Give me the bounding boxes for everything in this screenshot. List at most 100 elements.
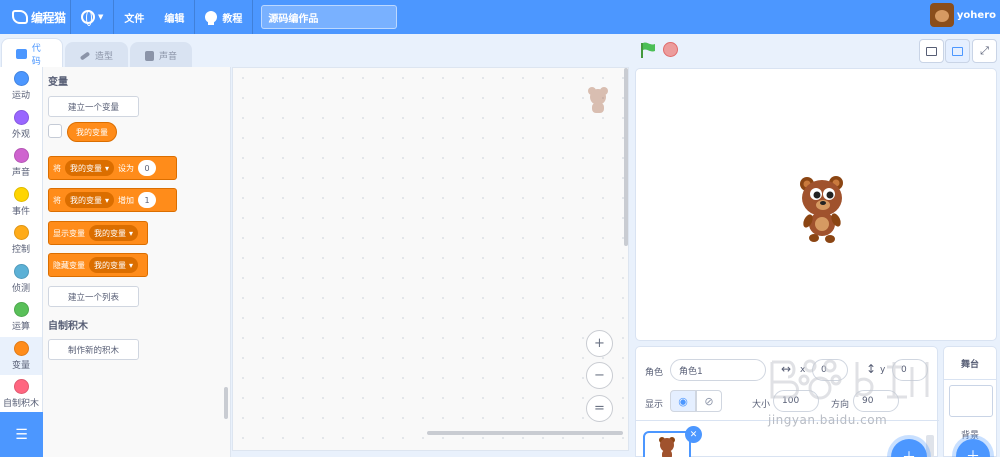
stage-canvas[interactable] (635, 68, 997, 341)
add-sprite-button[interactable]: ＋ (891, 439, 927, 457)
add-backdrop-button[interactable]: ＋ (956, 439, 990, 457)
large-stage-icon (952, 46, 963, 56)
sprite-thumbnail[interactable]: ✕ (643, 426, 702, 457)
category-label: 侦测 (11, 283, 30, 294)
bear-sprite[interactable] (796, 174, 848, 244)
logo[interactable]: 编程猫 (0, 0, 70, 34)
watermark-url: jingyan.baidu.com (768, 413, 888, 427)
tab-label: 声音 (159, 52, 178, 62)
user-menu[interactable]: yohero (929, 3, 996, 27)
large-stage-button[interactable] (945, 39, 970, 63)
green-flag-icon[interactable] (640, 42, 656, 58)
block-text: 隐藏变量 (53, 260, 85, 270)
avatar (929, 3, 954, 27)
zoom-out-icon: − (594, 368, 605, 383)
zoom-out-button[interactable]: − (586, 362, 613, 389)
small-stage-button[interactable] (919, 39, 944, 63)
tutorial-menu[interactable]: 教程 (195, 0, 252, 34)
workspace-horizontal-scrollbar[interactable] (427, 431, 623, 435)
code-workspace[interactable]: + − = (232, 67, 629, 451)
value-input[interactable]: 0 (138, 160, 157, 176)
sprite-watermark-icon (588, 87, 608, 113)
variable-checkbox[interactable] (48, 124, 62, 138)
file-menu[interactable]: 文件 (114, 0, 154, 34)
small-stage-icon (926, 46, 937, 56)
eye-slash-icon: ⊘ (704, 394, 714, 408)
value-input[interactable]: 1 (138, 192, 157, 208)
category-dot-icon (13, 340, 29, 356)
category-control[interactable]: 控制 (0, 221, 42, 260)
block-text: 将 (53, 163, 61, 173)
category-events[interactable]: 事件 (0, 183, 42, 222)
category-variables[interactable]: 变量 (0, 336, 42, 375)
cat-plus-icon: ＋ (902, 447, 916, 457)
category-looks[interactable]: 外观 (0, 106, 42, 145)
bear-thumbnail-icon (659, 437, 675, 457)
make-variable-button[interactable]: 建立一个变量 (48, 96, 139, 117)
category-dot-icon (13, 379, 29, 395)
zoom-reset-button[interactable]: = (586, 395, 613, 422)
zoom-in-button[interactable]: + (586, 330, 613, 357)
tab-label: 代码 (31, 43, 41, 67)
category-sound[interactable]: 声音 (0, 144, 42, 183)
caret-down-icon: ▾ (105, 163, 110, 173)
category-dot-icon (13, 302, 29, 318)
sprite-list-scrollbar[interactable] (926, 435, 934, 457)
editor-tabs: 代码 造型 声音 (0, 38, 193, 68)
make-block-button[interactable]: 制作新的积木 (48, 339, 139, 360)
sprite-name-label: 角色 (645, 368, 664, 378)
category-label: 事件 (11, 206, 30, 217)
tab-sounds[interactable]: 声音 (130, 42, 193, 68)
edit-menu[interactable]: 编辑 (154, 0, 194, 34)
category-dot-icon (13, 148, 29, 164)
tab-code[interactable]: 代码 (1, 38, 63, 68)
category-label: 外观 (11, 129, 30, 140)
show-sprite-button[interactable]: ◉ (670, 390, 696, 412)
set-variable-block[interactable]: 将 我的变量 ▾ 设为 0 (48, 156, 177, 180)
tab-label: 造型 (95, 52, 114, 62)
variable-dropdown[interactable]: 我的变量 ▾ (65, 160, 115, 176)
add-extension-button[interactable]: ☰ (0, 412, 43, 457)
dropdown-label: 我的变量 (70, 163, 102, 173)
category-label: 变量 (11, 360, 30, 371)
tab-costumes[interactable]: 造型 (65, 42, 129, 68)
my-variable-reporter[interactable]: 我的变量 (67, 122, 117, 142)
make-list-button[interactable]: 建立一个列表 (48, 286, 139, 307)
hide-sprite-button[interactable]: ⊘ (696, 390, 722, 412)
hide-variable-block[interactable]: 隐藏变量 我的变量 ▾ (48, 253, 148, 277)
speaker-icon (145, 50, 155, 61)
category-motion[interactable]: 运动 (0, 67, 42, 106)
category-menu: 运动 外观 声音 事件 控制 侦测 运算 变量 自制积木 ☰ (0, 67, 43, 457)
variable-dropdown[interactable]: 我的变量 ▾ (65, 192, 115, 208)
category-operators[interactable]: 运算 (0, 298, 42, 337)
globe-icon (81, 10, 95, 26)
backdrop-thumbnail[interactable] (949, 385, 993, 417)
category-dot-icon (13, 71, 29, 87)
zoom-in-icon: + (594, 336, 605, 351)
block-text: 设为 (118, 163, 135, 173)
variable-dropdown[interactable]: 我的变量 ▾ (89, 257, 139, 273)
language-menu[interactable]: ▼ (71, 0, 113, 34)
project-title-input[interactable]: 源码编作品 (261, 5, 398, 29)
show-variable-block[interactable]: 显示变量 我的变量 ▾ (48, 221, 148, 245)
category-sensing[interactable]: 侦测 (0, 260, 42, 299)
category-dot-icon (13, 109, 29, 125)
workspace-vertical-scrollbar[interactable] (624, 68, 628, 246)
category-label: 运动 (11, 91, 30, 102)
palette-scrollbar[interactable] (224, 387, 228, 419)
menu-bar: 编程猫 ▼ 文件 编辑 教程 源码编作品 yohero (0, 0, 1000, 34)
block-palette: 变量 建立一个变量 我的变量 将 我的变量 ▾ 设为 0 将 我的变量 ▾ 增加 1… (43, 67, 231, 457)
brush-icon (79, 50, 91, 61)
category-label: 声音 (11, 168, 30, 179)
sprite-name-input[interactable]: 角色1 (670, 359, 766, 381)
logo-icon (12, 10, 28, 24)
block-text: 将 (53, 195, 61, 205)
delete-sprite-button[interactable]: ✕ (685, 426, 702, 443)
fullscreen-button[interactable]: ⤢ (972, 39, 997, 63)
stop-button[interactable] (663, 42, 678, 57)
variable-dropdown[interactable]: 我的变量 ▾ (89, 225, 139, 241)
extension-icon: ☰ (15, 426, 28, 443)
show-label: 显示 (645, 400, 664, 410)
category-my-blocks[interactable]: 自制积木 (0, 375, 42, 414)
change-variable-block[interactable]: 将 我的变量 ▾ 增加 1 (48, 188, 177, 212)
